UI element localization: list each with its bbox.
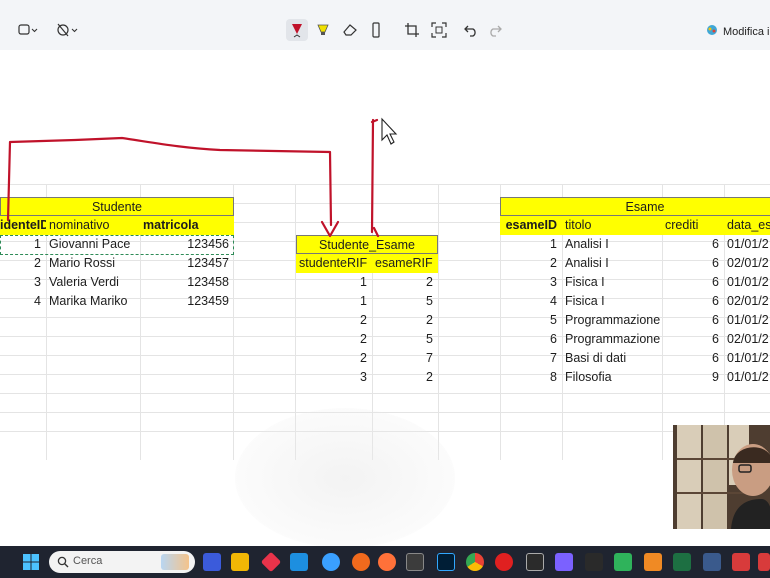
search-icon — [57, 555, 69, 573]
chrome-icon[interactable] — [466, 553, 484, 571]
crop-icon[interactable] — [401, 19, 423, 41]
search-placeholder: Cerca — [73, 555, 103, 567]
eraser-icon[interactable] — [339, 19, 361, 41]
windows-start-icon[interactable] — [22, 553, 40, 571]
app-icon-cube[interactable] — [526, 553, 544, 571]
paint-icon — [706, 24, 718, 39]
app-icon-red[interactable] — [260, 551, 282, 573]
ruler-icon[interactable] — [365, 19, 387, 41]
modifica-button[interactable]: Modifica in — [706, 24, 770, 39]
app-icon-vscode[interactable] — [703, 553, 721, 571]
pen-annotations — [6, 117, 398, 238]
app-icon-red-square[interactable] — [732, 553, 750, 571]
shape-icon[interactable] — [17, 19, 39, 41]
photoshop-icon[interactable] — [437, 553, 455, 571]
teams-icon[interactable] — [203, 553, 221, 571]
text-extract-icon[interactable] — [428, 19, 450, 41]
app-icon-blue[interactable] — [322, 553, 340, 571]
mouse-cursor-icon — [381, 117, 398, 145]
app-icon-orange-square[interactable] — [644, 553, 662, 571]
annotation-arrow-studente — [6, 136, 333, 227]
app-icon-partial[interactable] — [758, 553, 770, 571]
snipping-toolbar: Modifica in — [0, 0, 770, 51]
gamepad-icon[interactable] — [555, 553, 573, 571]
pen-icon[interactable] — [286, 19, 308, 41]
taskbar-search[interactable]: Cerca — [49, 551, 195, 573]
app-icon-dark[interactable] — [585, 553, 603, 571]
trello-icon[interactable] — [290, 553, 308, 571]
webcam-overlay — [673, 425, 770, 529]
file-explorer-icon[interactable] — [231, 553, 249, 571]
excel-icon[interactable] — [673, 553, 691, 571]
modifica-label: Modifica in — [723, 25, 770, 38]
windows-taskbar: Cerca — [0, 546, 770, 578]
undo-icon[interactable] — [460, 19, 482, 41]
highlighter-icon[interactable] — [312, 19, 334, 41]
firefox-icon[interactable] — [378, 553, 396, 571]
app-icon-record[interactable] — [495, 553, 513, 571]
timer-off-icon[interactable] — [56, 19, 78, 41]
app-icon-box[interactable] — [406, 553, 424, 571]
app-icon-orange[interactable] — [352, 553, 370, 571]
annotation-line-esame — [370, 118, 380, 238]
search-highlight-icon — [161, 554, 189, 570]
redo-icon[interactable] — [484, 19, 506, 41]
camtasia-icon[interactable] — [614, 553, 632, 571]
